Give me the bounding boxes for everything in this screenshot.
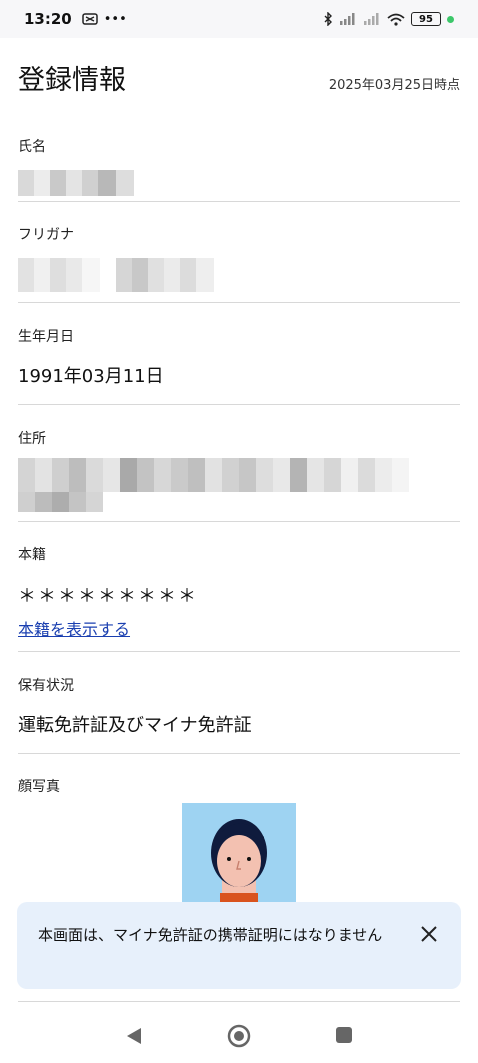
- furigana-redacted: [18, 258, 460, 292]
- close-icon[interactable]: [417, 922, 441, 946]
- honseki-masked-value: ＊＊＊＊＊＊＊＊＊: [18, 586, 198, 607]
- system-nav-bar: [0, 1006, 478, 1063]
- status-time: 13:20: [24, 10, 72, 28]
- field-honseki: 本籍 ＊＊＊＊＊＊＊＊＊ 本籍を表示する: [18, 544, 460, 640]
- more-icon: •••: [103, 11, 127, 27]
- divider: [18, 201, 460, 202]
- field-label-honseki: 本籍: [18, 547, 46, 563]
- divider: [18, 521, 460, 522]
- divider: [18, 1001, 460, 1002]
- wifi-icon: [387, 13, 405, 26]
- field-photo: 顔写真: [18, 776, 460, 796]
- birthdate-value: 1991年03月11日: [18, 366, 164, 387]
- field-label-address: 住所: [18, 431, 46, 447]
- divider: [18, 404, 460, 405]
- page-header: 登録情報 2025年03月25日時点: [18, 58, 460, 98]
- field-label-birthdate: 生年月日: [18, 329, 74, 345]
- field-label-name: 氏名: [18, 139, 46, 155]
- divider: [18, 651, 460, 652]
- face-illustration: [182, 803, 296, 903]
- field-furigana: フリガナ: [18, 224, 460, 292]
- signal-icon: [340, 13, 355, 25]
- battery-icon: 95: [411, 12, 441, 26]
- divider: [18, 302, 460, 303]
- signal-icon: [364, 13, 379, 25]
- field-name: 氏名: [18, 136, 460, 196]
- field-label-photo: 顔写真: [18, 779, 60, 795]
- info-toast: 本画面は、マイナ免許証の携帯証明にはなりません: [17, 902, 461, 989]
- field-label-status: 保有状況: [18, 678, 74, 694]
- recents-icon[interactable]: [335, 1026, 353, 1044]
- notification-icon: [82, 13, 98, 25]
- back-icon[interactable]: [124, 1026, 144, 1046]
- status-bar: 13:20 ••• 95: [0, 0, 478, 38]
- show-honseki-link[interactable]: 本籍を表示する: [18, 616, 130, 640]
- page-title: 登録情報: [18, 65, 126, 96]
- status-dot: [447, 15, 454, 23]
- toast-message: 本画面は、マイナ免許証の携帯証明にはなりません: [38, 926, 383, 944]
- face-photo: [182, 803, 296, 903]
- name-redacted: [18, 170, 460, 196]
- field-label-furigana: フリガナ: [18, 227, 74, 243]
- field-status: 保有状況 運転免許証及びマイナ免許証: [18, 675, 460, 737]
- divider: [18, 753, 460, 754]
- field-address: 住所: [18, 428, 460, 512]
- status-value: 運転免許証及びマイナ免許証: [18, 715, 252, 736]
- home-icon[interactable]: [227, 1024, 251, 1048]
- bluetooth-icon: [324, 12, 332, 26]
- field-birthdate: 生年月日 1991年03月11日: [18, 326, 460, 388]
- address-redacted-line2: [18, 492, 460, 512]
- address-redacted-line1: [18, 458, 460, 492]
- as-of-timestamp: 2025年03月25日時点: [328, 78, 460, 93]
